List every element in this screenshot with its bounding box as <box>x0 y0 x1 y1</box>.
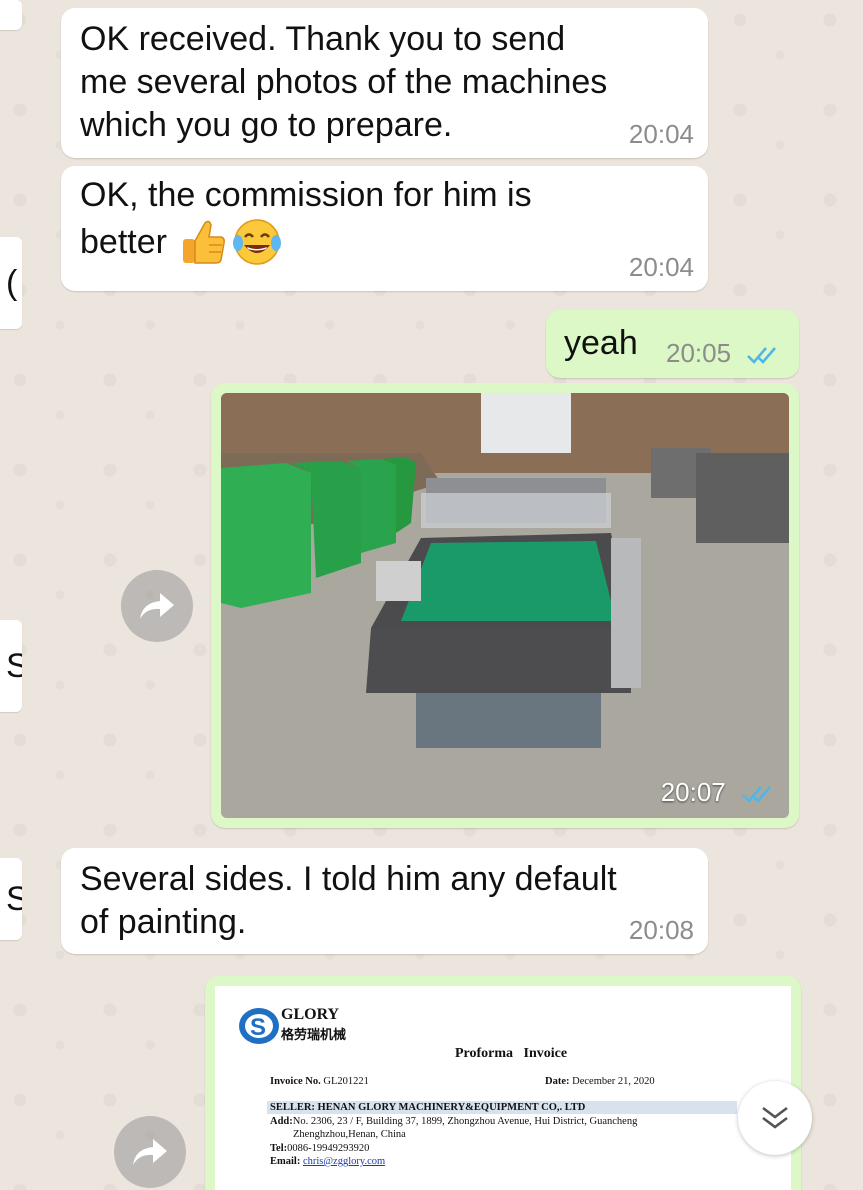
incoming-message[interactable]: Several sides. I told him any default of… <box>61 848 708 954</box>
edge-tab: S <box>0 858 22 940</box>
tears-of-joy-emoji-icon <box>232 219 281 265</box>
seller-name: SELLER: HENAN GLORY MACHINERY&EQUIPMENT … <box>270 1102 586 1113</box>
forward-icon <box>140 593 174 619</box>
machine-photo <box>221 393 789 818</box>
message-text: which you go to prepare. <box>80 106 453 144</box>
message-time: 20:04 <box>628 119 694 149</box>
message-text: OK received. Thank you to send <box>80 20 566 58</box>
email-link[interactable]: chris@zgglory.com <box>303 1156 385 1167</box>
edge-tab: ( <box>0 237 22 329</box>
message-text: Several sides. I told him any default <box>80 860 617 898</box>
message-text: yeah <box>564 324 638 362</box>
outgoing-message[interactable]: yeah 20:05 <box>546 310 799 378</box>
message-time: 20:08 <box>628 915 694 945</box>
message-text: OK, the commission for him is <box>80 176 532 214</box>
double-check-icon <box>742 786 771 804</box>
seller-tel: Tel:0086-19949293920 <box>270 1143 370 1154</box>
glory-logo-icon: S <box>239 1008 279 1044</box>
invoice-date: Date: December 21, 2020 <box>545 1076 655 1087</box>
brand-name: GLORY <box>281 1006 340 1023</box>
incoming-message[interactable]: OK received. Thank you to send me severa… <box>61 8 708 158</box>
double-check-icon <box>747 347 777 365</box>
outgoing-photo-message[interactable]: 20:07 <box>211 383 799 828</box>
incoming-message[interactable]: OK, the commission for him is better 20:… <box>61 166 708 291</box>
brand-name-cn: 格劳瑞机械 <box>281 1028 347 1043</box>
seller-email: Email: chris@zgglory.com <box>270 1156 386 1167</box>
invoice-document[interactable]: S GLORY 格劳瑞机械 Proforma Invoice Invoice N… <box>215 986 791 1190</box>
edge-tab: S <box>0 620 22 712</box>
invoice-title: Proforma Invoice <box>455 1046 568 1061</box>
message-time: 20:04 <box>628 252 694 282</box>
invoice-number: Invoice No. GL201221 <box>270 1076 369 1087</box>
outgoing-document-message[interactable]: S GLORY 格劳瑞机械 Proforma Invoice Invoice N… <box>205 976 801 1190</box>
seller-address: Add:No. 2306, 23 / F, Building 37, 1899,… <box>270 1116 638 1127</box>
message-time: 20:05 <box>666 338 732 368</box>
edge-tab-top <box>0 0 22 30</box>
message-text: better <box>80 222 167 261</box>
scroll-to-bottom-button[interactable] <box>738 1081 812 1155</box>
message-text: me several photos of the machines <box>80 63 608 101</box>
forward-icon <box>133 1139 167 1165</box>
seller-address-line2: Zhenghzhou,Henan, China <box>293 1129 406 1140</box>
message-text: of painting. <box>80 903 247 941</box>
thumbs-up-emoji-icon <box>182 220 225 264</box>
svg-text:S: S <box>250 1014 266 1041</box>
forward-button[interactable] <box>121 570 193 642</box>
message-time: 20:07 <box>660 777 726 807</box>
forward-button[interactable] <box>114 1116 186 1188</box>
photo-thumbnail[interactable]: 20:07 <box>221 393 789 818</box>
chevron-down-icon <box>762 1106 788 1129</box>
